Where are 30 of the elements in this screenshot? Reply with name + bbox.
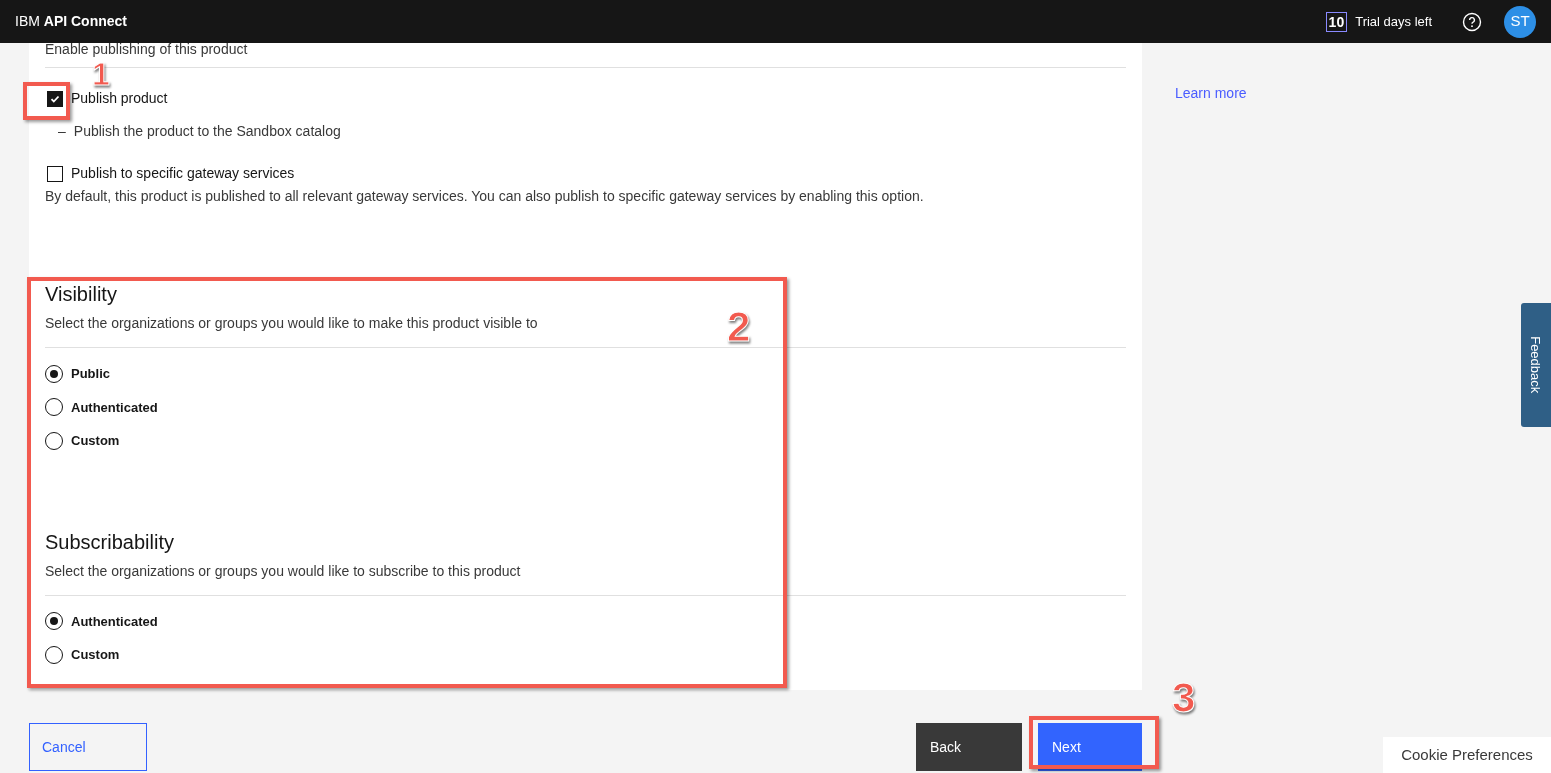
- help-icon[interactable]: [1462, 11, 1482, 32]
- cancel-button[interactable]: Cancel: [29, 723, 147, 771]
- next-button[interactable]: Next: [1038, 723, 1142, 771]
- checkbox[interactable]: [47, 90, 63, 107]
- section-description: Select the organizations or groups you would like to make this product visible to: [45, 314, 538, 333]
- option-detail: Publish the product to the Sandbox catalog: [73, 122, 341, 141]
- step-number: 3: [1172, 677, 1196, 719]
- checkbox-label[interactable]: Publish to specific gateway services: [71, 163, 295, 184]
- checkbox-label[interactable]: Publish product: [71, 88, 168, 109]
- radio-label[interactable]: Authenticated: [71, 611, 158, 631]
- radio-label[interactable]: Public: [71, 364, 110, 384]
- trial-label: Trial days left: [1355, 12, 1432, 31]
- trial-count: 10: [1325, 11, 1348, 32]
- radio-label[interactable]: Custom: [71, 645, 120, 665]
- step-number: 2: [727, 306, 751, 348]
- feedback-tab[interactable]: Feedback: [1521, 303, 1551, 427]
- learn-more-link[interactable]: Learn more: [1175, 85, 1247, 101]
- section-title: Subscribability: [45, 529, 174, 555]
- section-title: Visibility: [45, 282, 117, 307]
- back-button[interactable]: Back: [916, 723, 1022, 771]
- dash-marker: –: [58, 122, 66, 141]
- cookie-preferences-button[interactable]: Cookie Preferences: [1383, 737, 1551, 773]
- section-description: Select the organizations or groups you would like to subscribe to this product: [45, 561, 521, 581]
- option-detail: By default, this product is published to all relevant gateway services. You can also publish to specific gateway services by enabling this option.: [45, 187, 924, 206]
- checkbox[interactable]: [47, 165, 63, 182]
- radio-label[interactable]: Authenticated: [71, 397, 158, 417]
- brand-title: IBM API Connect: [15, 12, 127, 31]
- highlight-frame: [23, 82, 70, 120]
- radio-label[interactable]: Custom: [71, 431, 120, 451]
- section-description: Enable publishing of this product: [45, 40, 248, 59]
